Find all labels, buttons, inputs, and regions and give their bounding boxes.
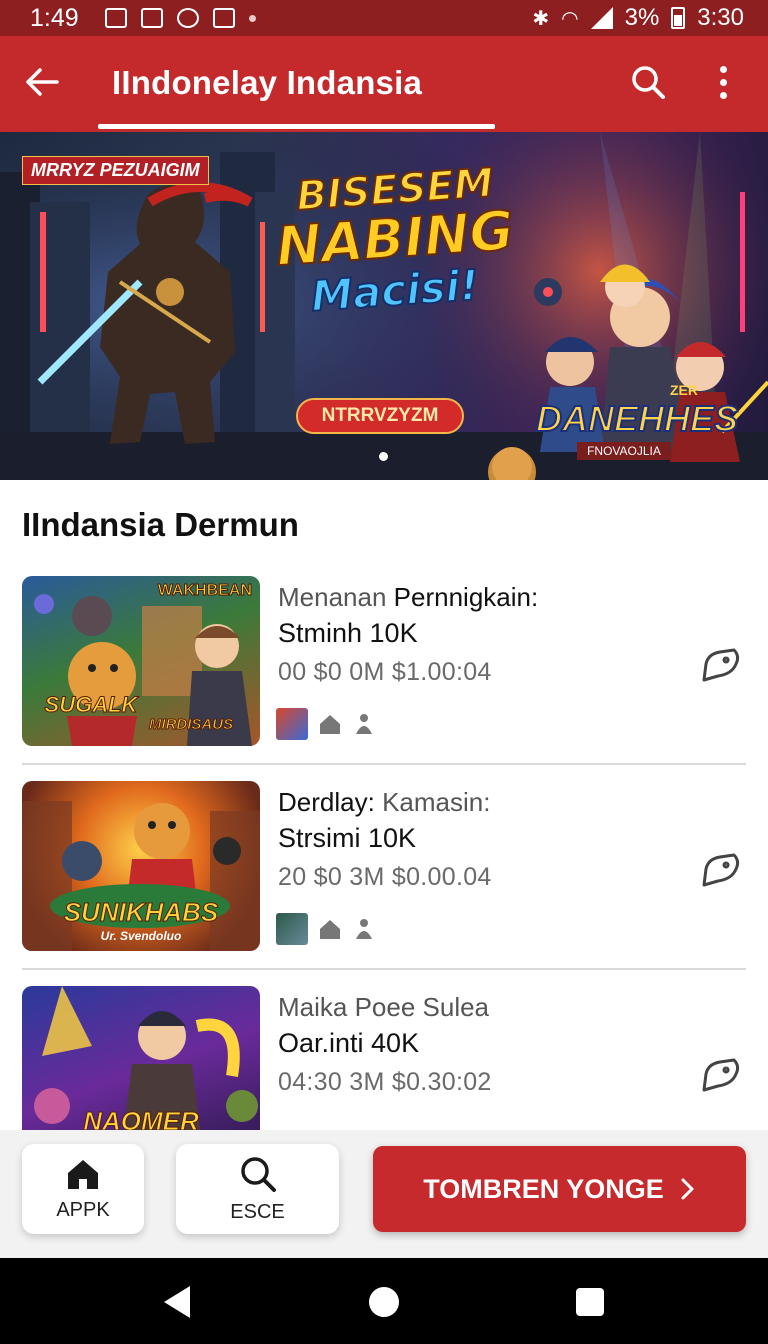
status-time-right: 3:30 [697, 4, 744, 31]
search-button-label: ESCE [230, 1200, 285, 1223]
primary-cta-label: TOMBREN YONGE [423, 1173, 664, 1204]
banner-logo-small: ZER [670, 382, 698, 398]
item-title-prefix: Derdlay: [278, 787, 375, 817]
more-vert-icon-dot [719, 91, 727, 99]
mini-avatar-icon [276, 913, 308, 945]
app-icon [212, 8, 235, 28]
status-time: 1:49 [30, 3, 79, 32]
banner-logo-subtitle: FNOVAOJLIA [577, 442, 671, 460]
banner-tag: MRRYZ PEZUAIGIM [22, 156, 209, 185]
signal-icon [590, 7, 613, 29]
mini-avatar-icon [276, 708, 308, 740]
battery-icon [671, 7, 686, 29]
banner-game-logo: ZER DANEHHES FNOVAOJLIA [535, 382, 739, 460]
item-subtitle: Stminh 10K [278, 618, 418, 648]
search-tab-button[interactable]: ESCE [176, 1144, 339, 1234]
item-subtitle: Oar.inti 40K [278, 1028, 420, 1058]
thumbnail-top-label: WAKHBEAN [157, 582, 252, 600]
home-icon [68, 1159, 98, 1189]
section-title: IIndansia Dermun [22, 506, 299, 543]
app-screen: 1:49 ✱ ◠ 3% 3:30 IIndonelay Indansia MRR… [0, 0, 768, 1344]
save-tag-icon[interactable] [698, 1056, 742, 1096]
bottom-action-bar: APPK ESCE TOMBREN YONGE [0, 1130, 768, 1258]
title-underline [98, 124, 495, 129]
thumbnail-caption: SUNIKHABS [63, 897, 219, 928]
search-icon [632, 66, 665, 99]
app-title: IIndonelay Indansia [112, 64, 423, 101]
wifi-icon: ◠ [561, 7, 579, 30]
list-item[interactable]: WAKHBEAN SUGALK MIRDISAUS Menanan Pernni… [22, 576, 746, 748]
home-button[interactable]: APPK [22, 1144, 144, 1234]
system-navigation-bar [0, 1258, 768, 1344]
status-right: ✱ ◠ 3% 3:30 [532, 4, 744, 32]
item-meta: 00 $0 0M $1.00:04 [278, 658, 492, 686]
item-title-prefix: Menanan [278, 582, 387, 612]
thumbnail-caption-secondary: Ur. Svendoluo [100, 929, 182, 943]
banner-headline: BISESEM NABING Macisi! [270, 159, 520, 322]
nav-recents-icon[interactable] [576, 1288, 604, 1316]
more-notifications-icon [248, 14, 256, 22]
nav-home-icon[interactable] [369, 1287, 399, 1317]
more-vert-icon-dot [719, 78, 727, 86]
item-tags [276, 913, 376, 945]
battery-percent: 3% [624, 4, 660, 31]
list-divider [22, 763, 746, 765]
item-meta: 20 $0 3M $0.00.04 [278, 863, 492, 891]
search-icon [240, 1156, 276, 1192]
game-thumbnail: WAKHBEAN SUGALK MIRDISAUS [22, 576, 260, 746]
save-tag-icon[interactable] [698, 646, 742, 686]
item-meta: 04:30 3M $0.30:02 [278, 1068, 492, 1096]
notification-icon [104, 8, 127, 28]
item-title: Menanan Pernnigkain: [278, 582, 538, 613]
banner-cta-button[interactable]: NTRRVZYZM [296, 398, 464, 434]
bluetooth-icon: ✱ [532, 7, 550, 30]
game-thumbnail: SUNIKHABS Ur. Svendoluo [22, 781, 260, 951]
list-item[interactable]: SUNIKHABS Ur. Svendoluo Derdlay: Kamasin… [22, 781, 746, 953]
camera-icon [176, 8, 199, 28]
promo-banner[interactable]: MRRYZ PEZUAIGIM BISESEM NABING Macisi! N… [0, 132, 768, 480]
search-button[interactable] [626, 60, 670, 104]
primary-cta-button[interactable]: TOMBREN YONGE [373, 1146, 746, 1232]
back-button[interactable] [22, 62, 62, 102]
save-tag-icon[interactable] [698, 851, 742, 891]
item-title-main: Kamasin: [382, 787, 491, 817]
nav-back-icon[interactable] [164, 1286, 190, 1318]
home-button-label: APPK [56, 1198, 110, 1221]
more-options-button[interactable] [705, 60, 741, 104]
arrow-back-icon [26, 68, 59, 96]
item-title: Maika Poee Sulea [278, 992, 489, 1023]
list-divider [22, 968, 746, 970]
item-subtitle: Strsimi 10K [278, 823, 417, 853]
status-bar: 1:49 ✱ ◠ 3% 3:30 [0, 0, 768, 36]
home-tag-icon [320, 715, 340, 734]
person-tag-icon [356, 919, 372, 939]
item-title-main: Pernnigkain: [393, 582, 539, 612]
person-tag-icon [356, 714, 372, 734]
item-title: Derdlay: Kamasin: [278, 787, 490, 818]
chevron-right-icon [681, 1178, 694, 1200]
thumbnail-caption-secondary: MIRDISAUS [148, 716, 234, 734]
item-title-prefix: Maika Poee Sulea [278, 992, 490, 1022]
banner-logo-title: DANEHHES [535, 397, 739, 440]
app-bar: IIndonelay Indansia [0, 36, 768, 132]
thumbnail-caption: SUGALK [44, 692, 138, 718]
message-icon [140, 8, 163, 28]
more-vert-icon-dot [719, 65, 727, 73]
carousel-indicator[interactable] [379, 452, 388, 461]
item-tags [276, 708, 376, 740]
home-tag-icon [320, 920, 340, 939]
